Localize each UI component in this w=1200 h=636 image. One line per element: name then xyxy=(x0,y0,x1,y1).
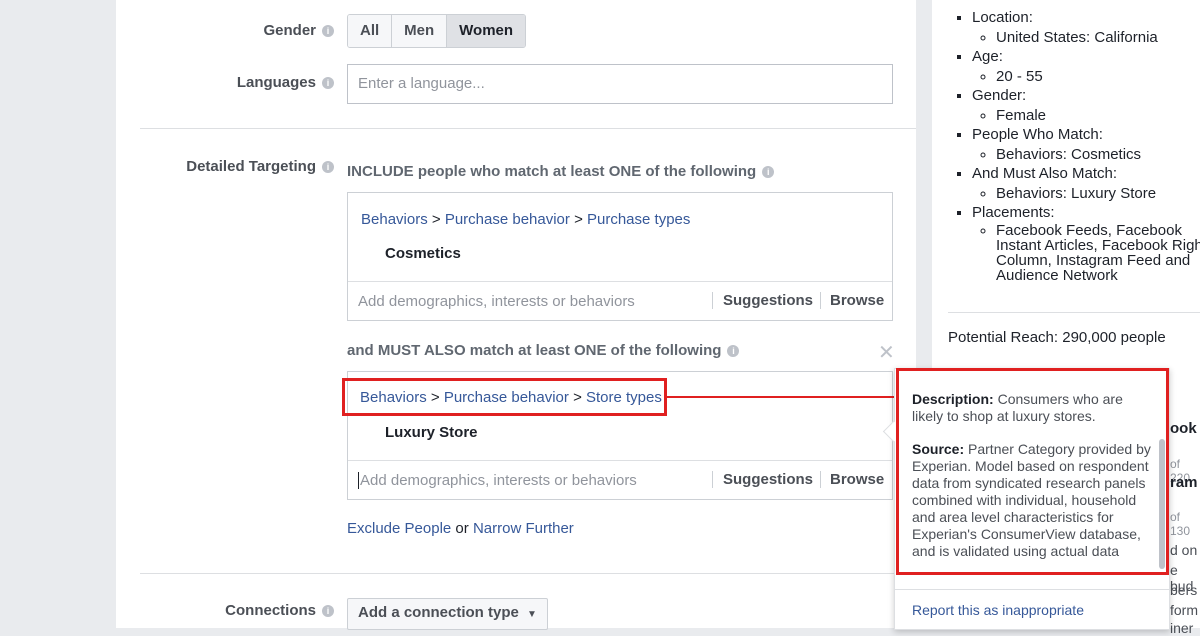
peek-text: ram xyxy=(1170,474,1198,491)
tooltip-source: Source: Partner Category provided by Exp… xyxy=(912,441,1151,559)
include-targeting-box: Behaviors > Purchase behavior > Purchase… xyxy=(347,192,893,321)
peek-text: form xyxy=(1170,602,1198,618)
add-connection-type-button[interactable]: Add a connection type ▼ xyxy=(347,598,548,630)
gender-selector[interactable]: All Men Women xyxy=(347,14,527,48)
must-also-heading: and MUST ALSO match at least ONE of the … xyxy=(347,342,740,359)
connections-label: Connections i xyxy=(134,602,334,619)
crumb-purchase-types-link[interactable]: Purchase types xyxy=(587,211,690,228)
languages-label: Languages i xyxy=(134,74,334,91)
must-breadcrumb: Behaviors > Purchase behavior > Store ty… xyxy=(360,389,662,406)
gender-women-button[interactable]: Women xyxy=(447,15,526,47)
summary-divider xyxy=(948,312,1200,313)
gender-all-button[interactable]: All xyxy=(348,15,393,47)
audience-summary-list: Location: United States: California Age:… xyxy=(932,8,1200,298)
peek-text: bers xyxy=(1170,582,1198,598)
include-heading: INCLUDE people who match at least ONE of… xyxy=(347,163,775,180)
include-suggestions-button[interactable]: Suggestions xyxy=(712,292,813,309)
exclude-people-link[interactable]: Exclude People xyxy=(347,520,451,537)
tooltip-description: Description: Consumers who are likely to… xyxy=(912,391,1123,424)
peek-text: d on xyxy=(1170,542,1198,558)
must-browse-button[interactable]: Browse xyxy=(820,471,884,488)
info-icon[interactable]: i xyxy=(727,345,740,358)
crumb-behaviors-link[interactable]: Behaviors xyxy=(361,211,428,228)
potential-reach: Potential Reach: 290,000 people xyxy=(948,329,1166,346)
include-breadcrumb: Behaviors > Purchase behavior > Purchase… xyxy=(361,211,691,228)
crumb-store-types-link[interactable]: Store types xyxy=(586,389,662,406)
selected-item-cosmetics[interactable]: Cosmetics xyxy=(385,245,461,262)
peek-text: iner xyxy=(1170,620,1194,636)
summary-location: Location: United States: California xyxy=(972,8,1200,47)
include-add-input[interactable]: Add demographics, interests or behaviors xyxy=(358,293,635,310)
summary-age: Age: 20 - 55 xyxy=(972,47,1200,86)
report-inappropriate-link[interactable]: Report this as inappropriate xyxy=(912,602,1084,618)
include-add-row: Add demographics, interests or behaviors… xyxy=(348,281,892,322)
tooltip-content: Description: Consumers who are likely to… xyxy=(912,391,1152,567)
must-add-input[interactable]: Add demographics, interests or behaviors xyxy=(358,472,637,489)
summary-gender: Gender: Female xyxy=(972,86,1200,125)
info-icon[interactable]: i xyxy=(322,161,334,174)
gender-men-button[interactable]: Men xyxy=(392,15,448,47)
must-suggestions-button[interactable]: Suggestions xyxy=(712,471,813,488)
info-icon[interactable]: i xyxy=(322,25,334,38)
peek-text: of 130 xyxy=(1170,510,1191,538)
section-divider xyxy=(140,573,916,574)
summary-must-also-match: And Must Also Match: Behaviors: Luxury S… xyxy=(972,164,1200,203)
section-divider xyxy=(140,128,916,129)
crumb-purchase-behavior-link[interactable]: Purchase behavior xyxy=(444,389,569,406)
gender-label: Gender i xyxy=(134,22,334,39)
summary-people-who-match: People Who Match: Behaviors: Cosmetics xyxy=(972,125,1200,164)
detailed-targeting-label: Detailed Targeting i xyxy=(134,158,334,175)
crumb-behaviors-link[interactable]: Behaviors xyxy=(360,389,427,406)
info-icon[interactable]: i xyxy=(322,605,334,618)
selected-item-luxury-store[interactable]: Luxury Store xyxy=(385,424,478,441)
info-icon[interactable]: i xyxy=(762,166,775,179)
exclude-narrow-row: Exclude People or Narrow Further xyxy=(347,520,574,537)
close-icon[interactable]: ✕ xyxy=(878,340,895,365)
include-browse-button[interactable]: Browse xyxy=(820,292,884,309)
summary-placements: Placements: Facebook Feeds, Facebook Ins… xyxy=(972,203,1200,283)
crumb-purchase-behavior-link[interactable]: Purchase behavior xyxy=(445,211,570,228)
peek-text: ook xyxy=(1170,420,1197,437)
language-input[interactable]: Enter a language... xyxy=(347,64,893,104)
must-add-row: Add demographics, interests or behaviors… xyxy=(348,460,892,501)
narrow-further-link[interactable]: Narrow Further xyxy=(473,520,574,537)
caret-down-icon: ▼ xyxy=(527,609,537,620)
highlight-connector xyxy=(667,396,897,398)
info-icon[interactable]: i xyxy=(322,77,334,90)
tooltip-divider xyxy=(895,589,1169,590)
